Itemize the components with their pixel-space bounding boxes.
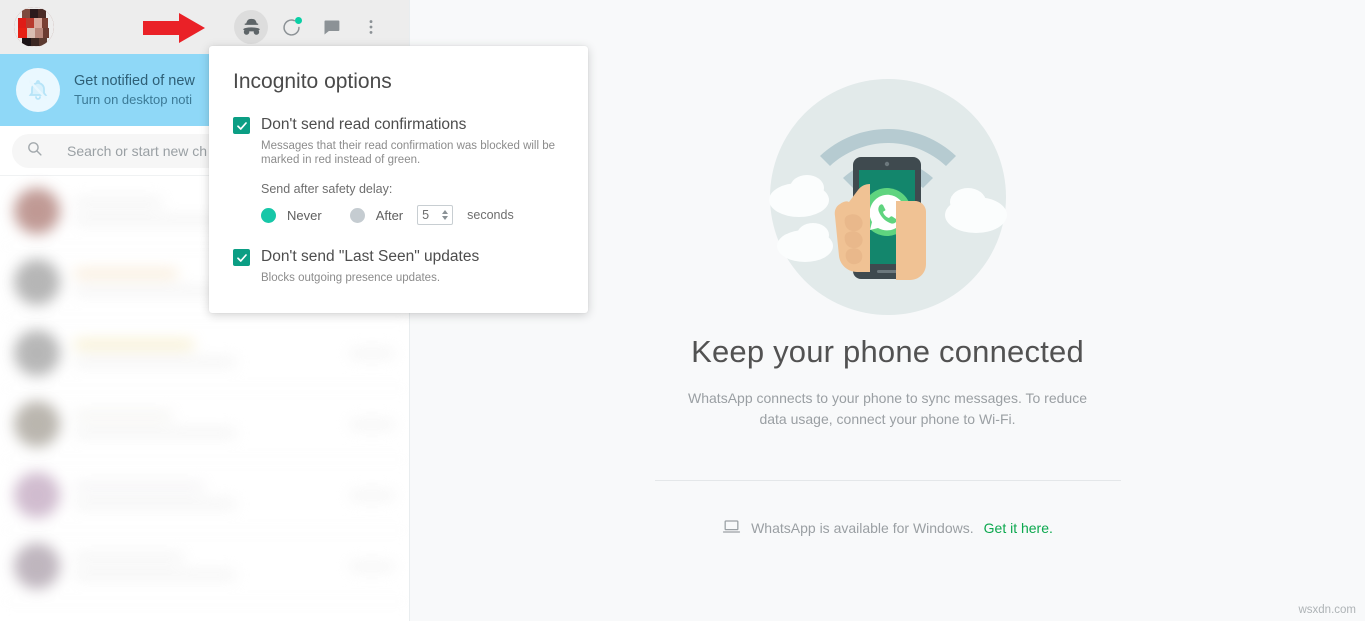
whatsapp-web-window: Get notified of new Turn on desktop noti… bbox=[0, 0, 1365, 621]
new-chat-icon[interactable] bbox=[319, 15, 343, 39]
windows-availability-text: WhatsApp is available for Windows. bbox=[751, 520, 974, 536]
laptop-icon bbox=[722, 517, 741, 539]
search-icon bbox=[26, 140, 43, 162]
list-item[interactable] bbox=[0, 531, 409, 602]
bell-muted-icon bbox=[16, 68, 60, 112]
last-seen-label: Don't send "Last Seen" updates bbox=[261, 248, 480, 265]
notification-subtitle: Turn on desktop noti bbox=[74, 91, 193, 107]
get-it-here-link[interactable]: Get it here. bbox=[984, 520, 1053, 536]
option-read-confirmations[interactable]: Don't send read confirmations bbox=[233, 115, 566, 135]
list-item[interactable] bbox=[0, 389, 409, 460]
read-confirmations-description: Messages that their read confirmation wa… bbox=[261, 140, 556, 166]
safety-delay-controls: Never After 5 seconds bbox=[261, 205, 566, 225]
sidebar-header-icons bbox=[239, 15, 395, 39]
notification-text: Get notified of new Turn on desktop noti bbox=[74, 72, 195, 109]
seconds-unit-label: seconds bbox=[467, 208, 514, 222]
stepper-arrows-icon[interactable] bbox=[442, 210, 449, 220]
menu-dots-icon[interactable] bbox=[359, 15, 383, 39]
incognito-icon[interactable] bbox=[239, 15, 263, 39]
windows-app-footer: WhatsApp is available for Windows. Get i… bbox=[722, 517, 1053, 539]
list-item[interactable] bbox=[0, 318, 409, 389]
search-placeholder: Search or start new ch bbox=[67, 142, 208, 159]
delay-seconds-value: 5 bbox=[422, 208, 430, 222]
delay-never-radio[interactable] bbox=[261, 207, 276, 223]
read-confirmations-checkbox[interactable] bbox=[233, 117, 250, 134]
incognito-options-popup: Incognito options Don't send read confir… bbox=[209, 46, 588, 313]
divider bbox=[654, 480, 1121, 481]
notification-title: Get notified of new bbox=[74, 72, 195, 89]
read-confirmations-label: Don't send read confirmations bbox=[261, 116, 467, 133]
status-ring-icon[interactable] bbox=[279, 15, 303, 39]
profile-avatar[interactable] bbox=[14, 7, 54, 47]
phone-in-hand-wifi-illustration bbox=[763, 72, 1013, 322]
option-last-seen[interactable]: Don't send "Last Seen" updates bbox=[233, 247, 566, 267]
delay-after-label: After bbox=[375, 207, 404, 223]
last-seen-checkbox[interactable] bbox=[233, 249, 250, 266]
intro-subtitle: WhatsApp connects to your phone to sync … bbox=[688, 390, 1087, 427]
list-item[interactable] bbox=[0, 460, 409, 531]
popup-title: Incognito options bbox=[233, 70, 392, 93]
status-unread-dot bbox=[295, 17, 302, 24]
delay-never-label: Never bbox=[287, 207, 322, 223]
safety-delay-label: Send after safety delay: bbox=[261, 182, 393, 196]
last-seen-description: Blocks outgoing presence updates. bbox=[261, 272, 441, 284]
page-title: Keep your phone connected bbox=[691, 334, 1084, 369]
delay-seconds-stepper[interactable]: 5 bbox=[417, 205, 454, 225]
delay-after-radio[interactable] bbox=[349, 207, 365, 223]
watermark: wsxdn.com bbox=[1298, 604, 1356, 616]
